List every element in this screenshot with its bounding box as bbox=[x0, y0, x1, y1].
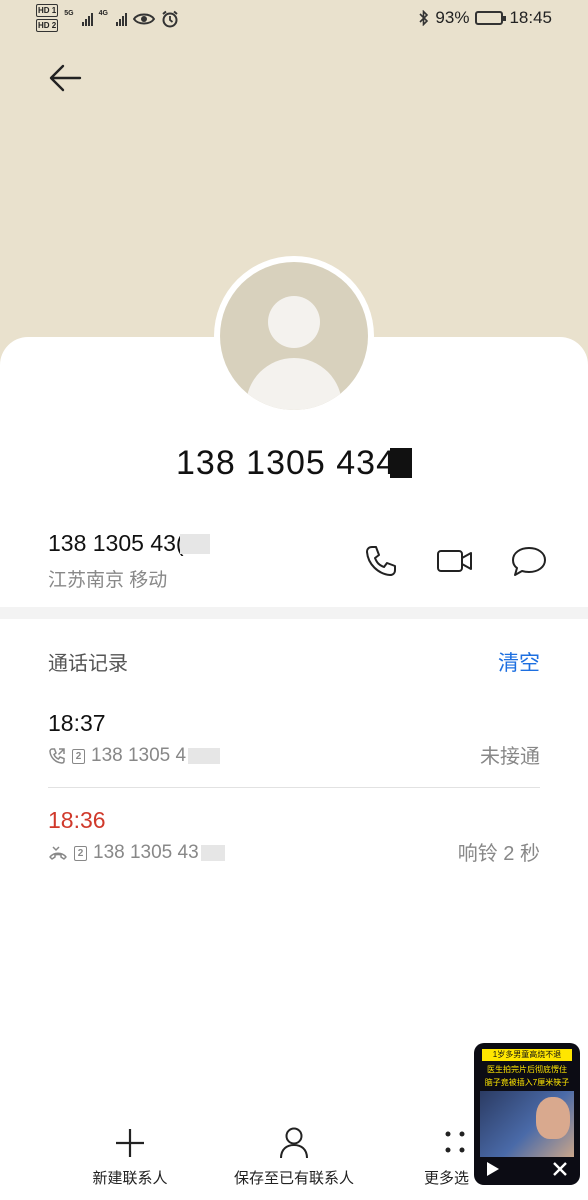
section-divider bbox=[0, 607, 588, 619]
call-log-entry[interactable]: 18:36 2 138 1305 43 响铃 2 秒 bbox=[48, 807, 540, 897]
title-number: 138 1305 434 bbox=[176, 444, 396, 482]
video-controls bbox=[474, 1157, 580, 1185]
missed-call-icon bbox=[49, 846, 67, 860]
arrow-left-icon bbox=[49, 64, 82, 92]
status-bar: HD 1 HD 2 5G 4G 93% 18:45 bbox=[0, 0, 588, 40]
call-time: 18:36 bbox=[48, 807, 106, 833]
redaction-mask bbox=[200, 845, 225, 861]
network-5g-label: 5G bbox=[64, 9, 74, 17]
new-contact-label: 新建联系人 bbox=[92, 1170, 168, 1187]
battery-icon bbox=[475, 11, 507, 25]
sim-2-label: HD 2 bbox=[36, 19, 59, 32]
message-icon bbox=[512, 547, 546, 576]
video-caption-title: 1岁多男童高烧不退 bbox=[482, 1049, 572, 1061]
sim-indicators: HD 1 HD 2 bbox=[36, 4, 59, 34]
call-details: 2 138 1305 4 bbox=[48, 745, 540, 767]
floating-video-player[interactable]: 1岁多男童高烧不退 医生拍完片后彻底愣住 脑子竟被插入7厘米筷子 bbox=[474, 1043, 580, 1185]
sim-2-icon: 2 bbox=[72, 748, 85, 764]
status-right: 93% 18:45 bbox=[419, 8, 552, 28]
status-left: HD 1 HD 2 5G 4G bbox=[36, 4, 179, 34]
network-4g-label: 4G bbox=[98, 9, 108, 17]
person-icon bbox=[280, 1127, 308, 1159]
new-contact-button[interactable]: 新建联系人 bbox=[88, 1125, 172, 1188]
save-to-existing-label: 保存至已有联系人 bbox=[233, 1170, 354, 1187]
contact-actions bbox=[362, 542, 548, 580]
video-person bbox=[536, 1097, 570, 1139]
call-time: 18:37 bbox=[48, 710, 106, 736]
back-button[interactable] bbox=[46, 58, 86, 98]
avatar-placeholder-icon bbox=[220, 262, 368, 410]
status-time: 18:45 bbox=[509, 8, 552, 27]
redaction-mask bbox=[389, 448, 412, 478]
redaction-mask bbox=[188, 748, 221, 764]
redaction-mask bbox=[179, 534, 210, 554]
eye-icon bbox=[132, 13, 155, 25]
bluetooth-icon bbox=[419, 10, 429, 26]
signal-icon bbox=[115, 12, 127, 26]
video-close-button[interactable] bbox=[552, 1161, 568, 1182]
page-title: 138 1305 434 bbox=[0, 444, 588, 483]
outgoing-call-icon bbox=[49, 748, 65, 764]
plus-icon bbox=[116, 1129, 144, 1157]
list-divider bbox=[48, 787, 540, 788]
alarm-icon bbox=[162, 10, 178, 28]
phone-icon bbox=[366, 546, 396, 576]
contact-row: 138 1305 43( 江苏南京 移动 bbox=[48, 530, 548, 600]
video-caption-lines: 医生拍完片后彻底愣住 脑子竟被插入7厘米筷子 bbox=[482, 1063, 572, 1089]
call-number: 138 1305 4 bbox=[91, 745, 187, 766]
video-call-button[interactable] bbox=[436, 542, 474, 580]
more-dots-icon bbox=[445, 1131, 465, 1153]
sim-2-icon: 2 bbox=[74, 845, 87, 861]
video-caption-line: 医生拍完片后彻底愣住 bbox=[487, 1065, 567, 1074]
battery-percent: 93% bbox=[435, 8, 470, 27]
message-button[interactable] bbox=[510, 542, 548, 580]
call-status: 未接通 bbox=[480, 746, 540, 768]
avatar bbox=[214, 256, 374, 416]
play-icon bbox=[487, 1161, 499, 1176]
save-to-existing-button[interactable]: 保存至已有联系人 bbox=[228, 1125, 360, 1188]
call-log-title: 通话记录 bbox=[48, 653, 128, 675]
call-number: 138 1305 43 bbox=[93, 842, 199, 863]
video-play-button[interactable] bbox=[486, 1161, 500, 1182]
signal-icon bbox=[81, 12, 93, 26]
sim-1-label: HD 1 bbox=[36, 4, 59, 17]
clear-call-log-button[interactable]: 清空 bbox=[498, 647, 540, 677]
close-icon bbox=[553, 1161, 567, 1176]
video-call-icon bbox=[437, 550, 472, 572]
call-button[interactable] bbox=[362, 542, 400, 580]
video-caption-line: 脑子竟被插入7厘米筷子 bbox=[484, 1078, 570, 1087]
contact-number: 138 1305 43( bbox=[48, 530, 184, 556]
call-status: 响铃 2 秒 bbox=[457, 843, 540, 865]
